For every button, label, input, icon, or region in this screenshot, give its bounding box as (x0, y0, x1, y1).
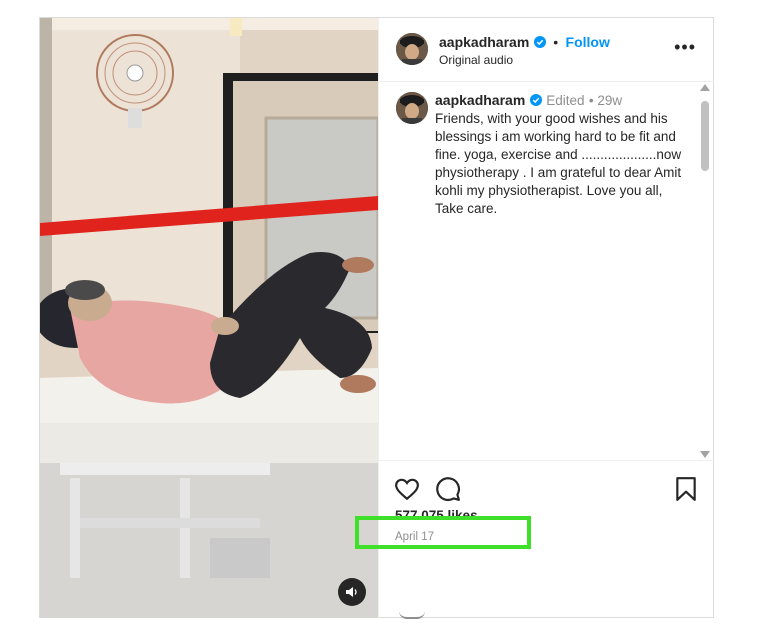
like-button[interactable] (394, 476, 420, 502)
scroll-down-arrow[interactable] (700, 451, 710, 458)
speaker-icon (346, 587, 357, 597)
post-age[interactable]: 29w (597, 93, 622, 108)
comment-icon (436, 477, 461, 502)
add-comment-emoji-icon[interactable] (399, 611, 425, 619)
avatar-image (396, 92, 428, 124)
heart-icon (395, 478, 419, 501)
caption-username[interactable]: aapkadharam (435, 92, 525, 108)
edited-label: Edited (546, 93, 585, 108)
save-button[interactable] (673, 476, 699, 502)
scroll-up-arrow[interactable] (700, 84, 710, 91)
video-frame (40, 18, 378, 618)
author-username[interactable]: aapkadharam (439, 34, 529, 50)
header-title-row: aapkadharam • Follow (439, 34, 610, 52)
scroll-thumb[interactable] (701, 101, 709, 171)
caption-meta-row: aapkadharam Edited • 29w (435, 92, 622, 110)
caption-avatar[interactable] (396, 92, 428, 124)
audio-subtitle[interactable]: Original audio (439, 53, 513, 67)
post-header: aapkadharam • Follow Original audio ••• (379, 18, 714, 82)
post-video[interactable] (40, 18, 378, 618)
follow-button[interactable]: Follow (566, 34, 610, 50)
bookmark-icon (676, 477, 696, 501)
comment-button[interactable] (435, 476, 461, 502)
author-avatar[interactable] (396, 33, 428, 65)
avatar-image (396, 33, 428, 65)
verified-badge-icon (529, 94, 542, 106)
caption-text: Friends, with your good wishes and his b… (435, 111, 682, 216)
separator-dot: • (553, 34, 559, 50)
audio-toggle-button[interactable] (338, 578, 366, 606)
more-options-icon[interactable]: ••• (674, 38, 696, 56)
verified-badge-icon (533, 36, 546, 48)
comments-scrollbar[interactable] (700, 84, 710, 458)
date-highlight-box (355, 516, 531, 549)
